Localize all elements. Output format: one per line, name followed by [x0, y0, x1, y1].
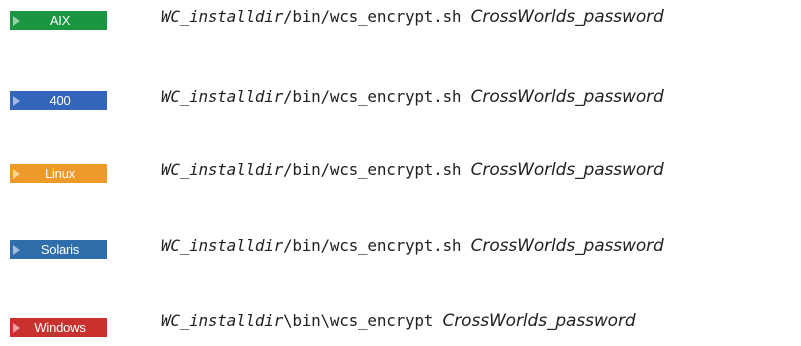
arrow-right-icon	[13, 244, 20, 255]
platform-row-aix: AIX WC_installdir/bin/wcs_encrypt.sh Cro…	[0, 0, 801, 30]
script-path: /bin/wcs_encrypt.sh	[282, 160, 462, 179]
platform-row-windows: Windows WC_installdir\bin\wcs_encrypt Cr…	[0, 306, 801, 337]
install-dir-variable: WC_installdir	[161, 87, 283, 106]
platform-row-400: 400 WC_installdir/bin/wcs_encrypt.sh Cro…	[0, 80, 801, 110]
password-parameter: CrossWorlds_password	[470, 87, 664, 107]
script-path: /bin/wcs_encrypt.sh	[282, 87, 462, 106]
password-parameter: CrossWorlds_password	[470, 236, 664, 256]
platform-label: Linux	[44, 166, 76, 181]
platform-label: 400	[49, 93, 71, 108]
platform-label: Windows	[34, 320, 86, 335]
platform-badge-aix: AIX	[10, 11, 107, 30]
install-dir-variable: WC_installdir	[161, 160, 283, 179]
password-parameter: CrossWorlds_password	[470, 160, 664, 180]
password-parameter: CrossWorlds_password	[470, 7, 664, 27]
command-line: WC_installdir\bin\wcs_encrypt CrossWorld…	[161, 311, 636, 331]
platform-label: AIX	[49, 13, 71, 28]
platform-badge-400: 400	[10, 91, 107, 110]
command-line: WC_installdir/bin/wcs_encrypt.sh CrossWo…	[161, 87, 664, 107]
install-dir-variable: WC_installdir	[161, 311, 283, 330]
command-line: WC_installdir/bin/wcs_encrypt.sh CrossWo…	[161, 7, 664, 27]
command-line: WC_installdir/bin/wcs_encrypt.sh CrossWo…	[161, 160, 664, 180]
script-path: \bin\wcs_encrypt	[282, 311, 434, 330]
password-parameter: CrossWorlds_password	[442, 311, 636, 331]
install-dir-variable: WC_installdir	[161, 7, 283, 26]
platform-row-solaris: Solaris WC_installdir/bin/wcs_encrypt.sh…	[0, 229, 801, 259]
script-path: /bin/wcs_encrypt.sh	[282, 236, 462, 255]
command-line: WC_installdir/bin/wcs_encrypt.sh CrossWo…	[161, 236, 664, 256]
arrow-right-icon	[13, 15, 20, 26]
platform-label: Solaris	[40, 242, 80, 257]
arrow-right-icon	[13, 322, 20, 333]
script-path: /bin/wcs_encrypt.sh	[282, 7, 462, 26]
install-dir-variable: WC_installdir	[161, 236, 283, 255]
platform-row-linux: Linux WC_installdir/bin/wcs_encrypt.sh C…	[0, 153, 801, 183]
platform-badge-solaris: Solaris	[10, 240, 107, 259]
arrow-right-icon	[13, 95, 20, 106]
platform-badge-windows: Windows	[10, 318, 107, 337]
platform-badge-linux: Linux	[10, 164, 107, 183]
arrow-right-icon	[13, 168, 20, 179]
